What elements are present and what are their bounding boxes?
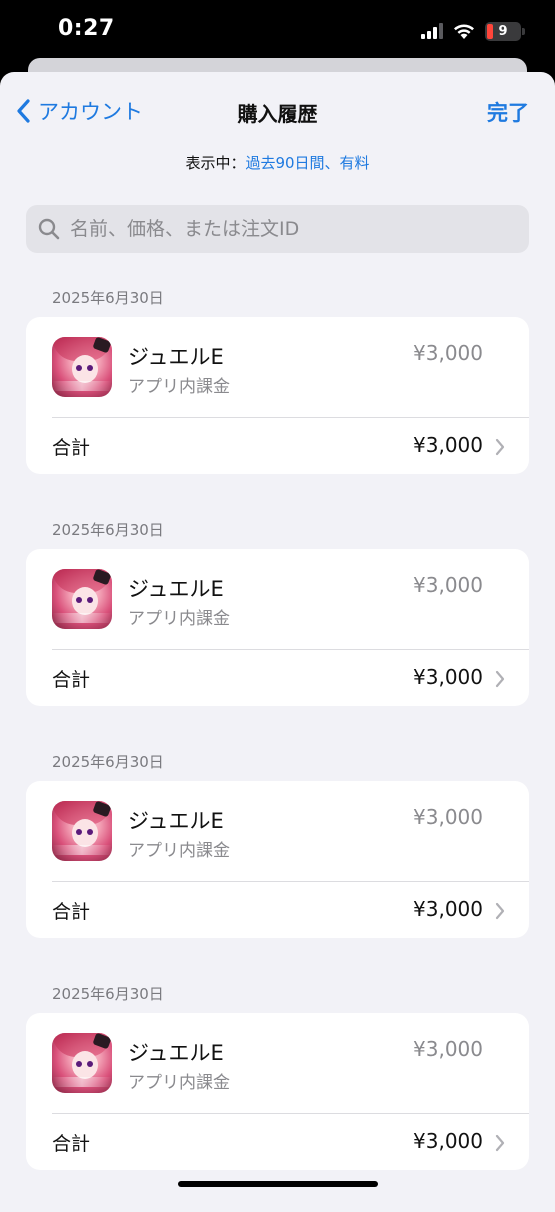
- item-type: アプリ内課金: [128, 1073, 230, 1093]
- total-label: 合計: [52, 437, 91, 459]
- battery-icon: 9: [485, 21, 525, 41]
- total-price: ¥3,000: [413, 897, 483, 921]
- total-label: 合計: [52, 669, 91, 691]
- page-title: 購入履歴: [237, 102, 318, 126]
- purchase-date: 2025年6月30日: [52, 289, 164, 307]
- total-price: ¥3,000: [413, 665, 483, 689]
- chevron-right-icon: [495, 438, 505, 456]
- total-label: 合計: [52, 1133, 91, 1155]
- home-indicator: [178, 1181, 378, 1187]
- filter-link[interactable]: 過去90日間、有料: [245, 154, 369, 172]
- divider: [52, 881, 529, 882]
- app-icon: [52, 337, 112, 397]
- done-button[interactable]: 完了: [487, 97, 529, 127]
- item-price: ¥3,000: [413, 573, 483, 597]
- item-type: アプリ内課金: [128, 841, 230, 861]
- status-time: 0:27: [58, 16, 115, 41]
- divider: [52, 1113, 529, 1114]
- purchase-card[interactable]: ジュエルE アプリ内課金 ¥3,000 合計 ¥3,000: [26, 549, 529, 706]
- item-price: ¥3,000: [413, 805, 483, 829]
- divider: [52, 649, 529, 650]
- item-name: ジュエルE: [128, 577, 224, 601]
- purchase-history-sheet: アカウント 購入履歴 完了 表示中：過去90日間、有料 2025年6月30日ジュ…: [0, 72, 555, 1212]
- app-icon: [52, 1033, 112, 1093]
- status-icons: 9: [421, 20, 525, 42]
- item-name: ジュエルE: [128, 809, 224, 833]
- app-icon: [52, 569, 112, 629]
- cellular-signal-icon: [421, 23, 443, 39]
- item-type: アプリ内課金: [128, 609, 230, 629]
- chevron-right-icon: [495, 670, 505, 688]
- item-price: ¥3,000: [413, 341, 483, 365]
- purchase-card[interactable]: ジュエルE アプリ内課金 ¥3,000 合計 ¥3,000: [26, 317, 529, 474]
- app-icon: [52, 801, 112, 861]
- purchase-card[interactable]: ジュエルE アプリ内課金 ¥3,000 合計 ¥3,000: [26, 1013, 529, 1170]
- navigation-bar: アカウント 購入履歴 完了: [0, 72, 555, 148]
- item-name: ジュエルE: [128, 345, 224, 369]
- search-field[interactable]: [26, 205, 529, 253]
- item-name: ジュエルE: [128, 1041, 224, 1065]
- total-price: ¥3,000: [413, 433, 483, 457]
- item-type: アプリ内課金: [128, 377, 230, 397]
- purchase-card[interactable]: ジュエルE アプリ内課金 ¥3,000 合計 ¥3,000: [26, 781, 529, 938]
- purchase-date: 2025年6月30日: [52, 985, 164, 1003]
- wifi-icon: [454, 24, 474, 39]
- search-input[interactable]: [70, 218, 529, 240]
- purchase-date: 2025年6月30日: [52, 753, 164, 771]
- filter-summary: 表示中：過去90日間、有料: [0, 148, 555, 178]
- chevron-right-icon: [495, 902, 505, 920]
- search-icon: [38, 218, 60, 240]
- total-label: 合計: [52, 901, 91, 923]
- battery-level: 9: [498, 23, 508, 39]
- chevron-right-icon: [495, 1134, 505, 1152]
- total-price: ¥3,000: [413, 1129, 483, 1153]
- divider: [52, 417, 529, 418]
- filter-prefix: 表示中：: [185, 154, 246, 172]
- purchase-date: 2025年6月30日: [52, 521, 164, 539]
- item-price: ¥3,000: [413, 1037, 483, 1061]
- status-bar: 0:27 9: [0, 0, 555, 62]
